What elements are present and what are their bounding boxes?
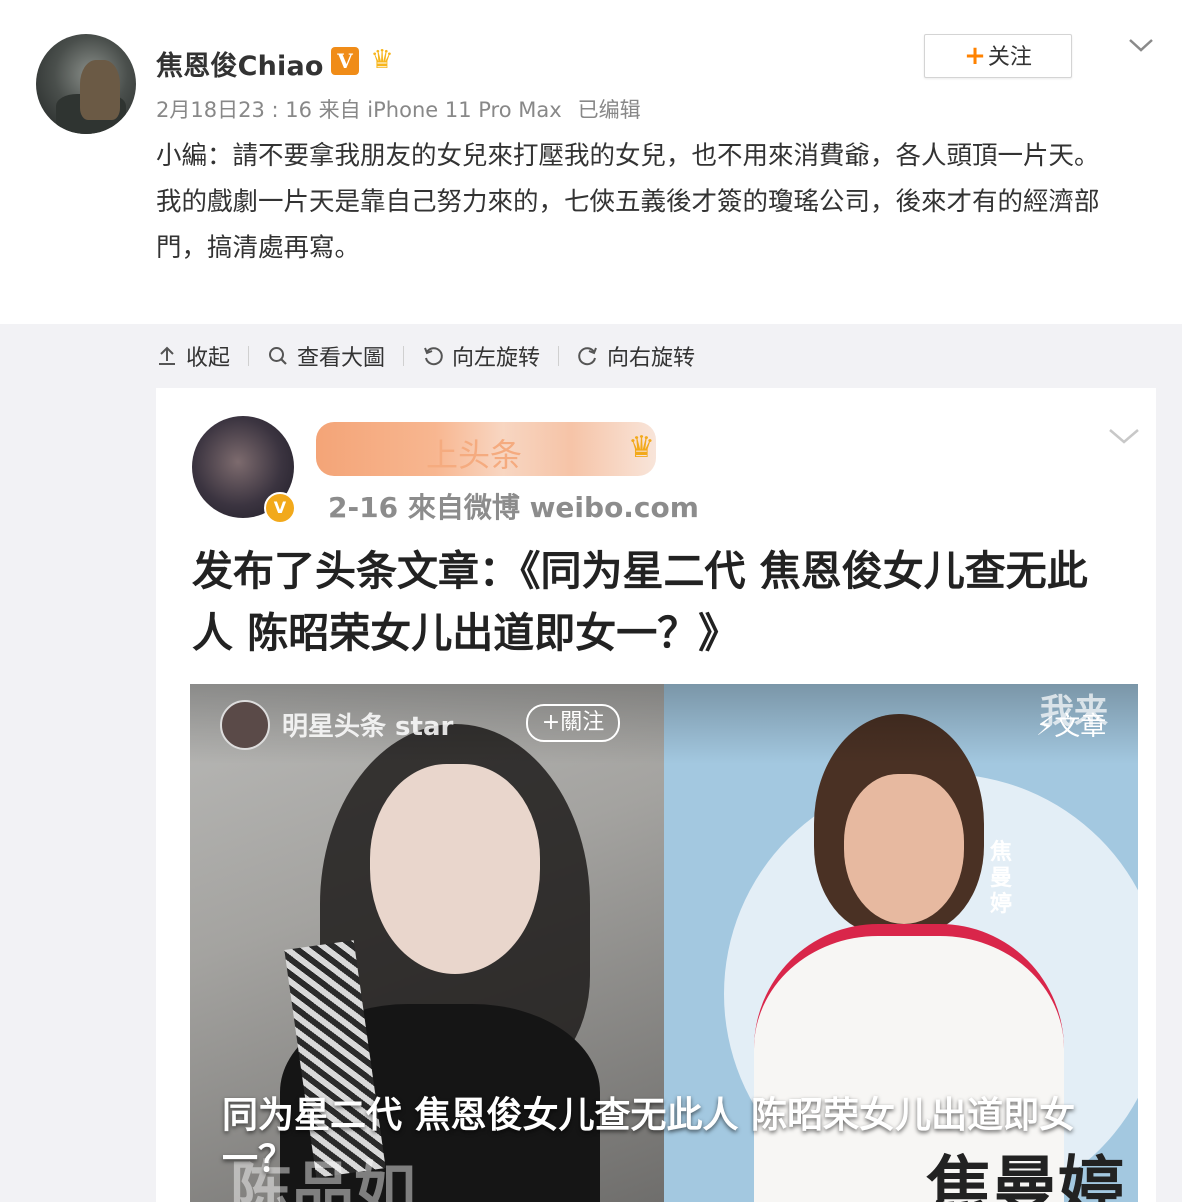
embedded-meta: 2-16 來自微博 weibo.com — [328, 491, 699, 524]
plus-icon: + — [964, 41, 986, 71]
content-line-1: 小編：請不要拿我朋友的女兒來打壓我的女兒，也不用來消費爺，各人頭頂一片天。 — [156, 141, 1100, 171]
search-icon — [267, 345, 289, 367]
edited-label: 已编辑 — [577, 98, 641, 122]
collapse-button[interactable]: 收起 — [156, 340, 230, 372]
user-avatar[interactable] — [36, 34, 136, 134]
photo-face — [844, 774, 964, 924]
rotate-right-icon — [577, 345, 599, 367]
crown-icon: ♛ — [370, 45, 394, 75]
content-line-2: 我的戲劇一片天是靠自己努力來的，七俠五義後才簽的瓊瑤公司，後來才有的經濟部門，搞… — [156, 187, 1100, 263]
post-content: 小編：請不要拿我朋友的女兒來打壓我的女兒，也不用來消費爺，各人頭頂一片天。 我的… — [156, 133, 1146, 271]
collapse-icon — [156, 345, 178, 367]
follow-label: 关注 — [987, 45, 1032, 70]
embedded-account-name: 上头条 — [426, 436, 523, 474]
collapse-label: 收起 — [186, 346, 231, 371]
post-image[interactable]: V 上头条 ♛ 2-16 來自微博 weibo.com 发布了头条文章：《同为星… — [156, 388, 1156, 1202]
rotate-right-label: 向右旋转 — [607, 346, 696, 371]
toolbar-divider — [558, 346, 560, 366]
thumbnail-account: 明星头条 star — [282, 712, 454, 742]
username[interactable]: 焦恩俊Chiao — [156, 44, 324, 83]
crown-icon: ♛ — [628, 430, 655, 465]
article-text: 文章 — [1054, 712, 1107, 742]
avatar-figure — [80, 60, 120, 120]
toolbar-divider — [248, 346, 250, 366]
article-thumbnail: 明星头条 star +關注 我来 ⚡文章 焦曼婷 陈品如 焦曼婷 同为星二代 焦… — [190, 684, 1138, 1202]
verified-icon: V — [264, 492, 296, 524]
chevron-down-icon[interactable] — [1126, 34, 1156, 56]
view-large-button[interactable]: 查看大圖 — [267, 340, 385, 372]
rotate-right-button[interactable]: 向右旋转 — [577, 340, 695, 372]
post-meta: 2月18日23 : 16 来自 iPhone 11 Pro Max 已编辑 — [156, 94, 641, 124]
article-label: ⚡文章 — [1036, 712, 1107, 742]
thumbnail-follow: +關注 — [526, 704, 620, 742]
follow-button[interactable]: +关注 — [924, 34, 1072, 78]
rotate-left-icon — [422, 345, 444, 367]
verified-v-icon: V — [331, 47, 359, 75]
vertical-name: 焦曼婷 — [990, 840, 1013, 917]
image-toolbar: 收起 查看大圖 向左旋转 向右旋转 — [156, 336, 695, 376]
chevron-down-icon — [1106, 426, 1142, 448]
thumbnail-caption: 同为星二代 焦恩俊女儿查无此人 陈昭荣女儿出道即女一？ — [222, 1095, 1076, 1180]
toolbar-divider — [403, 346, 405, 366]
thumbnail-avatar — [220, 700, 270, 750]
rotate-left-label: 向左旋转 — [452, 346, 541, 371]
view-large-label: 查看大圖 — [297, 346, 386, 371]
post-time-source[interactable]: 2月18日23 : 16 来自 iPhone 11 Pro Max — [156, 98, 562, 122]
rotate-left-button[interactable]: 向左旋转 — [422, 340, 540, 372]
embedded-title: 发布了头条文章：《同为星二代 焦恩俊女儿查无此人 陈昭荣女儿出道即女一？》 — [192, 547, 1088, 657]
photo-face — [370, 764, 540, 974]
